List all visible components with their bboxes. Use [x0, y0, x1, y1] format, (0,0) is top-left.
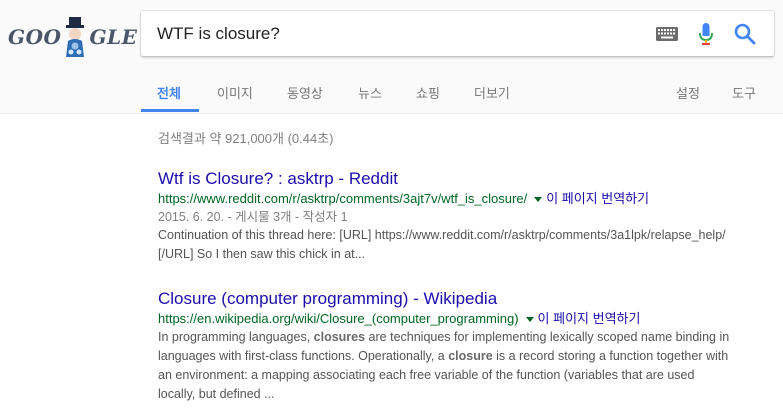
snippet-line: an environment: a mapping associating ea…	[158, 368, 695, 382]
search-results-page: GOO GLE WTF is closure? 전체 이미지 동영상 뉴스 쇼핑…	[0, 0, 783, 409]
result-snippet: In programming languages, closures are t…	[158, 328, 778, 404]
tab-shopping[interactable]: 쇼핑	[416, 83, 440, 102]
logo-text-left: GOO	[8, 25, 62, 49]
snippet-line: In programming languages, closures are t…	[158, 330, 730, 344]
snippet-line: [/URL] So I then saw this chick in at...	[158, 247, 366, 261]
result-title-link[interactable]: Closure (computer programming) - Wikiped…	[158, 288, 778, 310]
translate-page-link[interactable]: 이 페이지 번역하기	[538, 311, 641, 326]
snippet-line: locally, but defined ...	[158, 387, 275, 401]
tab-tools[interactable]: 도구	[732, 83, 756, 102]
header: GOO GLE WTF is closure? 전체 이미지 동영상 뉴스 쇼핑…	[0, 0, 783, 114]
result-meta: 2015. 6. 20. - 게시물 3개 - 작성자 1	[158, 210, 348, 224]
search-tabs: 전체 이미지 동영상 뉴스 쇼핑 더보기 설정 도구	[0, 76, 783, 114]
tab-more[interactable]: 더보기	[474, 83, 510, 102]
snippet-line: Continuation of this thread here: [URL] …	[158, 228, 726, 242]
search-result: Wtf is Closure? : asktrp - Reddit https:…	[158, 168, 778, 264]
tab-news[interactable]: 뉴스	[358, 83, 382, 102]
active-tab-indicator	[141, 109, 199, 112]
result-url-line: https://www.reddit.com/r/asktrp/comments…	[158, 190, 778, 208]
doodle-figure-icon	[62, 17, 88, 57]
snippet-line: languages with first-class functions. Op…	[158, 349, 729, 363]
result-stats: 검색결과 약 921,000개 (0.44초)	[158, 131, 334, 146]
result-url[interactable]: https://www.reddit.com/r/asktrp/comments…	[158, 191, 527, 206]
result-url[interactable]: https://en.wikipedia.org/wiki/Closure_(c…	[158, 311, 519, 326]
keyboard-icon[interactable]	[656, 27, 678, 41]
tab-images[interactable]: 이미지	[217, 83, 253, 102]
search-result: Closure (computer programming) - Wikiped…	[158, 288, 778, 404]
caret-down-icon[interactable]	[525, 316, 534, 322]
caret-down-icon[interactable]	[534, 196, 543, 202]
result-title-link[interactable]: Wtf is Closure? : asktrp - Reddit	[158, 168, 778, 190]
microphone-icon[interactable]	[698, 22, 714, 46]
tab-all[interactable]: 전체	[157, 83, 181, 102]
search-box	[141, 11, 774, 56]
tab-videos[interactable]: 동영상	[287, 83, 323, 102]
result-url-line: https://en.wikipedia.org/wiki/Closure_(c…	[158, 310, 778, 328]
logo-text-right: GLE	[89, 25, 138, 49]
tab-settings[interactable]: 설정	[676, 83, 700, 102]
translate-page-link[interactable]: 이 페이지 번역하기	[546, 191, 649, 206]
search-icon[interactable]	[734, 23, 756, 45]
google-doodle-logo[interactable]: GOO GLE	[8, 16, 137, 58]
result-snippet: Continuation of this thread here: [URL] …	[158, 226, 778, 264]
search-input[interactable]	[157, 11, 627, 56]
